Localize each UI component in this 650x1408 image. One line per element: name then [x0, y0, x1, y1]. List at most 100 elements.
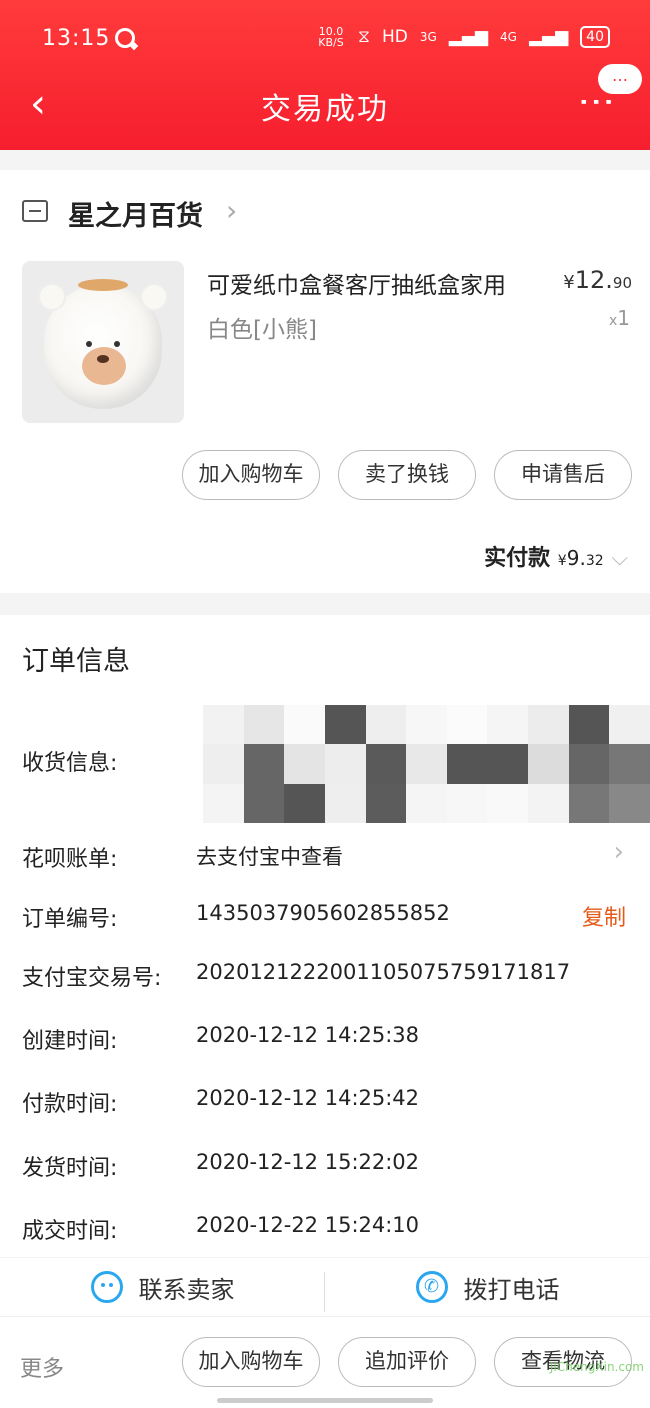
add-to-cart-button[interactable]: 加入购物车	[182, 450, 320, 500]
signal-icon: ▂▄▆	[448, 27, 488, 47]
call-label: 拨打电话	[463, 1275, 560, 1304]
contact-seller-label: 联系卖家	[138, 1275, 235, 1304]
section-title: 订单信息	[22, 646, 130, 677]
mosaic-cell	[324, 744, 366, 784]
header: 13:15 10.0 KB/S ⧖ HD 3G ▂▄▆ 4G ▂▄▆ 40 ‹ …	[0, 0, 650, 150]
contact-bar: 联系卖家 ✆ 拨打电话	[0, 1258, 650, 1316]
mosaic-cell	[528, 705, 569, 745]
contact-seller-button[interactable]: 联系卖家	[0, 1258, 325, 1316]
mosaic-cell	[324, 705, 366, 745]
price-int: 12.	[574, 266, 613, 294]
product-title[interactable]: 可爱纸巾盒餐客厅抽纸盒家用	[207, 266, 506, 300]
mosaic-cell	[446, 705, 488, 745]
mosaic-cell	[243, 705, 285, 745]
mosaic-cell	[324, 783, 366, 823]
phone-icon: ✆	[415, 1271, 448, 1303]
order-info-card: 订单信息 收货信息: 花呗账单: 去支付宝中查看 › 订单编号: 1435037…	[0, 615, 650, 1257]
qty-value: 1	[617, 306, 630, 330]
after-sale-button[interactable]: 申请售后	[494, 450, 632, 500]
mosaic-cell	[609, 705, 650, 745]
page-title: 交易成功	[261, 92, 389, 127]
payment-value: ¥9.32	[558, 546, 604, 570]
mosaic-cell	[203, 783, 244, 823]
mosaic-cell	[568, 705, 610, 745]
actual-payment[interactable]: 实付款 ¥9.32 ⌵	[484, 540, 628, 572]
mosaic-cell	[487, 783, 529, 823]
shipping-info-redacted	[203, 705, 650, 823]
mosaic-cell	[406, 783, 447, 823]
mosaic-cell	[365, 783, 407, 823]
bear-tissue-box-illustration	[38, 279, 168, 409]
mosaic-cell	[609, 783, 650, 823]
net-speed: 10.0 KB/S	[318, 25, 344, 49]
mosaic-cell	[365, 744, 407, 784]
mosaic-cell	[528, 744, 569, 784]
app-notification-icon	[115, 28, 135, 48]
mosaic-cell	[203, 744, 244, 784]
price-dec: 90	[612, 274, 632, 292]
product-card: 星之月百货 › 可爱纸巾盒餐客厅抽纸盒家用 白色[小熊] ¥12.90 x1 加…	[0, 170, 650, 593]
created-value: 2020-12-12 14:25:38	[196, 1023, 420, 1047]
mosaic-cell	[609, 744, 650, 784]
order-no-label: 订单编号:	[22, 907, 118, 932]
status-icons: 10.0 KB/S ⧖ HD 3G ▂▄▆ 4G ▂▄▆ 40	[316, 26, 610, 48]
closed-value: 2020-12-22 15:24:10	[196, 1213, 420, 1237]
status-time: 13:15	[42, 26, 111, 51]
product-spec: 白色[小熊]	[207, 317, 317, 343]
signal-3g: 3G	[419, 30, 437, 44]
chevron-right-icon[interactable]: ›	[614, 837, 624, 867]
price-currency: ¥	[563, 272, 575, 293]
product-quantity: x1	[609, 306, 630, 330]
signal-4g: 4G	[500, 30, 517, 44]
mosaic-cell	[487, 705, 529, 745]
mosaic-cell	[284, 744, 325, 784]
mosaic-cell	[243, 744, 285, 784]
mosaic-cell	[284, 783, 325, 823]
mosaic-cell	[528, 783, 569, 823]
payment-dec: 32	[585, 553, 604, 569]
created-label: 创建时间:	[22, 1029, 118, 1054]
mosaic-cell	[365, 705, 407, 745]
more-link[interactable]: 更多	[20, 1351, 64, 1383]
shipped-value: 2020-12-12 15:22:02	[196, 1150, 420, 1174]
add-review-button[interactable]: 追加评价	[338, 1337, 476, 1387]
shipped-label: 发货时间:	[22, 1156, 118, 1181]
mosaic-cell	[243, 783, 285, 823]
order-no-value: 1435037905602855852	[196, 901, 450, 925]
product-price: ¥12.90	[563, 266, 632, 294]
signal-icon: ▂▄▆	[528, 27, 569, 47]
payment-int: 9.	[566, 546, 586, 570]
chat-icon	[90, 1271, 123, 1303]
sell-button[interactable]: 卖了换钱	[338, 450, 476, 500]
mosaic-cell	[446, 744, 488, 784]
shipping-label: 收货信息:	[22, 751, 118, 776]
store-icon	[22, 200, 48, 222]
battery-icon: 40	[580, 26, 610, 48]
mosaic-cell	[406, 705, 447, 745]
payment-currency: ¥	[557, 553, 567, 569]
wifi-icon: ⧖	[358, 27, 370, 47]
mosaic-cell	[446, 783, 488, 823]
add-to-cart-button[interactable]: 加入购物车	[182, 1337, 320, 1387]
huabei-label: 花呗账单:	[22, 847, 118, 872]
alipay-label: 支付宝交易号:	[22, 966, 162, 991]
home-indicator[interactable]	[217, 1398, 433, 1403]
network-type: HD	[381, 27, 408, 47]
call-button[interactable]: ✆ 拨打电话	[325, 1258, 650, 1316]
status-bar: 13:15 10.0 KB/S ⧖ HD 3G ▂▄▆ 4G ▂▄▆ 40	[0, 22, 650, 58]
mosaic-cell	[203, 705, 244, 745]
copy-button[interactable]: 复制	[582, 900, 626, 932]
payment-label: 实付款	[484, 546, 551, 571]
mosaic-cell	[406, 744, 447, 784]
paid-value: 2020-12-12 14:25:42	[196, 1086, 420, 1110]
more-menu-icon[interactable]: ⋮	[576, 84, 617, 120]
watermark: JiChengXin.com	[549, 1360, 644, 1374]
paid-label: 付款时间:	[22, 1092, 118, 1117]
chevron-down-icon: ⌵	[611, 546, 628, 571]
mosaic-cell	[284, 705, 325, 745]
huabei-link[interactable]: 去支付宝中查看	[196, 841, 343, 871]
alipay-no-value: 2020121222001105075759171817	[196, 960, 571, 984]
chevron-right-icon[interactable]: ›	[226, 194, 237, 227]
store-name[interactable]: 星之月百货	[68, 194, 203, 233]
product-image[interactable]	[22, 261, 184, 423]
